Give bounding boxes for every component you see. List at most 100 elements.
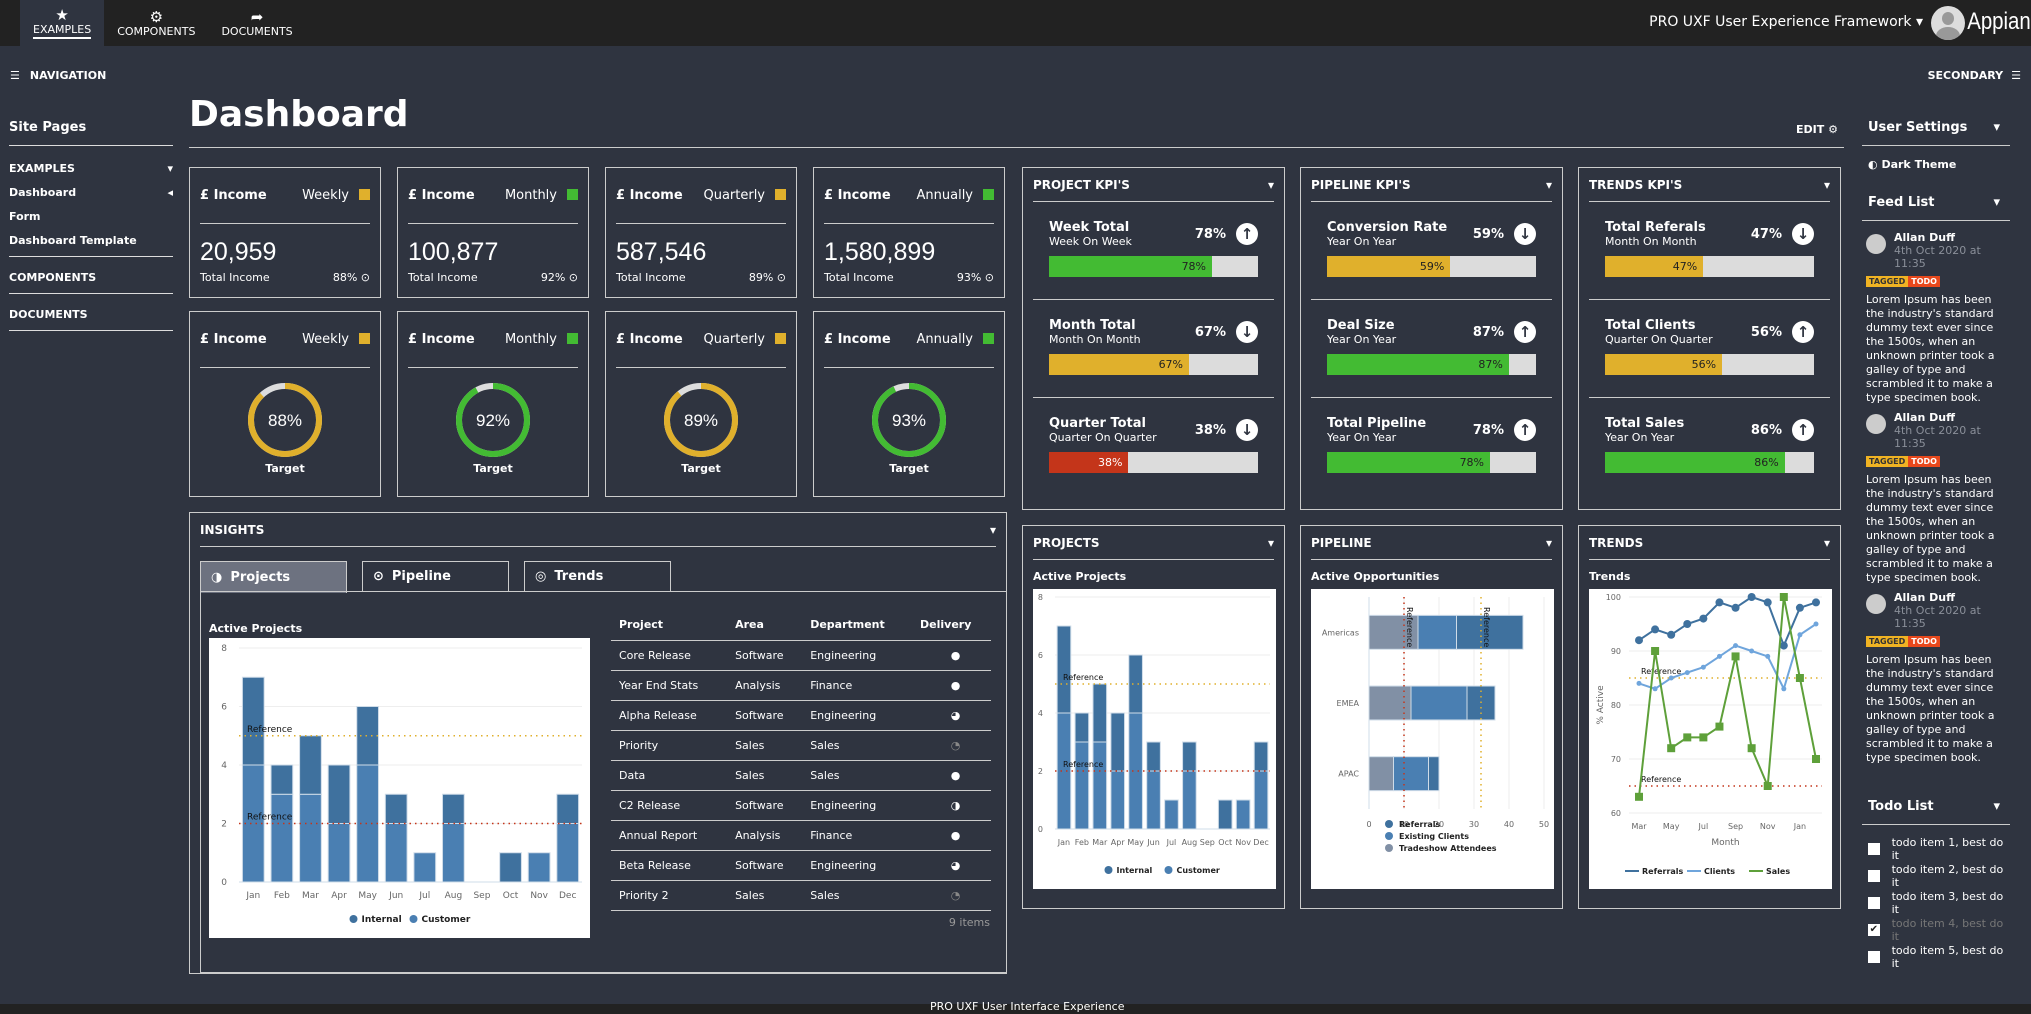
point-clients[interactable] (1733, 643, 1739, 649)
todo-item[interactable]: todo item 1, best do it (1862, 835, 2010, 862)
point-clients[interactable] (1636, 680, 1642, 686)
caret-down-icon[interactable]: ▾ (1546, 536, 1552, 550)
todo-checkbox[interactable] (1868, 869, 1880, 882)
point-referrals[interactable] (1779, 641, 1788, 650)
caret-down-icon[interactable]: ▾ (1268, 178, 1274, 192)
bar-internal[interactable] (299, 735, 322, 795)
col-area[interactable]: Area (727, 610, 803, 641)
point-referrals[interactable] (1667, 630, 1676, 639)
point-sales[interactable] (1651, 647, 1660, 655)
bar-customer[interactable] (1074, 741, 1090, 830)
secondary-toggle[interactable]: SECONDARY ☰ (1928, 69, 2021, 82)
legend-label[interactable]: Tradeshow Attendees (1399, 844, 1497, 853)
topnav-documents[interactable]: ➦ DOCUMENTS (208, 0, 305, 46)
table-row[interactable]: Annual Report Analysis Finance ● (611, 820, 991, 851)
legend-label[interactable]: Internal (1117, 866, 1153, 875)
bar-internal[interactable] (442, 793, 465, 824)
todo-header[interactable]: Todo List ▾ (1862, 799, 2010, 825)
bar-internal[interactable] (241, 676, 265, 766)
bar-referrals[interactable] (1428, 756, 1440, 792)
nav-examples[interactable]: EXAMPLES ▾ (9, 156, 173, 180)
table-row[interactable]: Year End Stats Analysis Finance ● (611, 670, 991, 701)
todo-checkbox[interactable]: ✔ (1868, 923, 1880, 936)
point-referrals[interactable] (1699, 614, 1708, 623)
navigation-toggle[interactable]: ☰ NAVIGATION (10, 69, 106, 82)
legend-label[interactable]: Customer (422, 915, 471, 925)
bar-internal[interactable] (1056, 625, 1072, 714)
bar-existing-clients[interactable] (1393, 756, 1429, 792)
point-referrals[interactable] (1812, 598, 1820, 607)
col-department[interactable]: Department (802, 610, 913, 641)
point-sales[interactable] (1763, 782, 1772, 790)
bar-customer[interactable] (1164, 799, 1179, 830)
bar-existing-clients[interactable] (1417, 614, 1457, 650)
bar-existing-clients[interactable] (1410, 685, 1468, 721)
point-sales[interactable] (1683, 733, 1692, 742)
app-switcher[interactable]: PRO UXF User Experience Framework ▾ (1649, 14, 1923, 30)
table-row[interactable]: Beta Release Software Engineering ◕ (611, 850, 991, 881)
point-referrals[interactable] (1731, 603, 1740, 612)
bar-tradeshow-attendees[interactable] (1368, 756, 1394, 792)
caret-down-icon[interactable]: ▾ (1268, 536, 1274, 550)
bar-internal[interactable] (1110, 712, 1126, 772)
bar-internal[interactable] (327, 764, 351, 824)
point-clients[interactable] (1749, 648, 1755, 654)
legend-label[interactable]: Referrals (1642, 867, 1684, 876)
bar-customer[interactable] (556, 823, 580, 883)
avatar[interactable] (1866, 594, 1886, 614)
legend-label[interactable]: Internal (362, 915, 402, 925)
bar-internal[interactable] (1146, 741, 1161, 772)
caret-down-icon[interactable]: ▾ (1824, 178, 1830, 192)
bar-internal[interactable] (270, 764, 294, 795)
edit-button[interactable]: EDIT ⚙ (1796, 123, 1838, 136)
legend-label[interactable]: Clients (1704, 867, 1735, 876)
point-sales[interactable] (1731, 652, 1740, 661)
bar-customer[interactable] (299, 793, 322, 883)
point-clients[interactable] (1716, 653, 1722, 659)
todo-checkbox[interactable] (1868, 842, 1880, 855)
table-row[interactable]: Priority Sales Sales ◔ (611, 730, 991, 761)
topnav-components[interactable]: ⚙ COMPONENTS (104, 0, 208, 46)
point-referrals[interactable] (1747, 593, 1756, 601)
nav-documents[interactable]: DOCUMENTS (9, 302, 173, 326)
bar-customer[interactable] (1253, 770, 1269, 830)
point-clients[interactable] (1765, 653, 1771, 659)
bar-customer[interactable] (270, 793, 294, 883)
point-referrals[interactable] (1651, 625, 1660, 634)
bar-customer[interactable] (1128, 712, 1143, 830)
point-referrals[interactable] (1635, 636, 1643, 645)
bar-customer[interactable] (1235, 799, 1251, 830)
todo-item[interactable]: todo item 2, best do it (1862, 862, 2010, 889)
bar-internal[interactable] (1253, 741, 1269, 772)
bar-internal[interactable] (1074, 712, 1090, 743)
point-sales[interactable] (1795, 674, 1804, 682)
todo-item[interactable]: todo item 3, best do it (1862, 889, 2010, 916)
user-settings-header[interactable]: User Settings ▾ (1862, 120, 2010, 146)
legend-label[interactable]: Sales (1766, 867, 1790, 876)
point-clients[interactable] (1652, 686, 1658, 692)
point-clients[interactable] (1668, 675, 1674, 681)
point-referrals[interactable] (1715, 598, 1724, 607)
todo-item[interactable]: ✔ todo item 4, best do it (1862, 916, 2010, 943)
feed-header[interactable]: Feed List ▾ (1862, 195, 2010, 221)
bar-customer[interactable] (384, 823, 408, 883)
point-referrals[interactable] (1683, 620, 1692, 628)
avatar[interactable] (1866, 234, 1886, 254)
caret-down-icon[interactable]: ▾ (1824, 536, 1830, 550)
dark-theme-toggle[interactable]: ◐ Dark Theme (1862, 158, 2010, 171)
table-row[interactable]: Data Sales Sales ● (611, 760, 991, 791)
todo-item[interactable]: todo item 5, best do it (1862, 943, 2010, 970)
legend-label[interactable]: Existing Clients (1399, 832, 1469, 841)
bar-customer[interactable] (1182, 770, 1197, 830)
bar-internal[interactable] (1092, 683, 1108, 743)
point-sales[interactable] (1779, 593, 1788, 601)
bar-customer[interactable] (413, 852, 437, 883)
bar-internal[interactable] (556, 793, 580, 824)
bar-internal[interactable] (384, 793, 408, 824)
bar-customer[interactable] (1110, 770, 1126, 830)
bar-customer[interactable] (327, 823, 351, 883)
user-avatar[interactable] (1931, 6, 1965, 40)
point-sales[interactable] (1715, 722, 1724, 731)
col-project[interactable]: Project (611, 610, 728, 641)
point-clients[interactable] (1684, 670, 1690, 676)
